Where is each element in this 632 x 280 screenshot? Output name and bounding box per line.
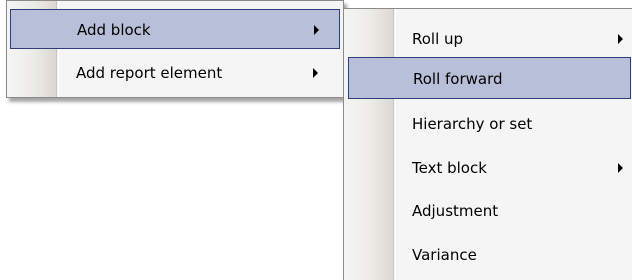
menu-item-add-block[interactable]: Add block [10, 9, 340, 49]
menu-item-variance[interactable]: Variance [348, 234, 631, 276]
menu-item-label: Add report element [76, 64, 223, 82]
menu-item-add-report-element[interactable]: Add report element [10, 53, 340, 93]
submenu-arrow-icon [618, 34, 623, 44]
submenu-arrow-icon [313, 68, 318, 78]
menu-item-roll-up[interactable]: Roll up [348, 18, 631, 60]
submenu-arrow-icon [314, 25, 319, 35]
menu-item-label: Hierarchy or set [412, 115, 533, 133]
menu-item-hierarchy-or-set[interactable]: Hierarchy or set [348, 103, 631, 145]
add-block-submenu: Roll up Roll forward Hierarchy or set Te… [343, 8, 632, 280]
menu-item-adjustment[interactable]: Adjustment [348, 190, 631, 232]
menu-item-roll-forward[interactable]: Roll forward [348, 57, 631, 99]
menu-item-label: Roll forward [413, 70, 503, 88]
menu-item-text-block[interactable]: Text block [348, 147, 631, 189]
submenu-arrow-icon [618, 163, 623, 173]
menu-item-label: Variance [412, 246, 477, 264]
menu-item-label: Add block [77, 21, 151, 39]
menu-item-label: Text block [412, 159, 487, 177]
menu-item-label: Roll up [412, 30, 464, 48]
menu-item-label: Adjustment [412, 202, 499, 220]
context-menu: Add block Add report element [6, 0, 344, 98]
